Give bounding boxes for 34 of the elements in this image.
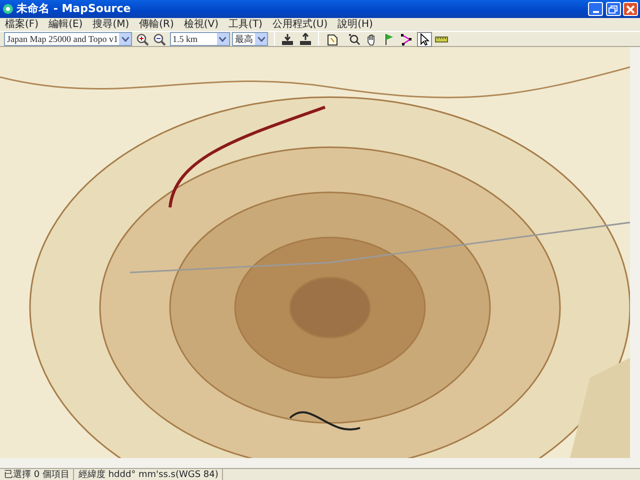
horizontal-scrollbar[interactable] (0, 458, 640, 468)
scale-select[interactable]: 1.5 km (170, 32, 230, 46)
receive-icon[interactable] (280, 32, 295, 46)
menu-item[interactable]: 編輯(E) (44, 18, 88, 31)
caret-icon (258, 36, 264, 42)
menu-item[interactable]: 搜尋(M) (88, 18, 134, 31)
zoom-in-icon[interactable] (134, 32, 150, 46)
send-icon[interactable] (298, 32, 312, 46)
menu-item[interactable]: 檔案(F) (0, 18, 44, 31)
vertical-scrollbar[interactable] (630, 47, 640, 458)
detail-select[interactable]: 最高 (232, 32, 268, 46)
menu-item[interactable]: 說明(H) (332, 18, 378, 31)
map-product-select[interactable]: Japan Map 25000 and Topo v1 (4, 32, 132, 46)
close-icon (625, 4, 636, 14)
route-icon[interactable] (399, 32, 414, 46)
restore-button[interactable] (606, 2, 620, 16)
minimize-button[interactable] (588, 2, 603, 16)
restore-icon (608, 4, 618, 14)
status-text: 已選擇 0 個項目 (0, 469, 74, 480)
close-button[interactable] (623, 2, 638, 16)
zoom-tool-icon[interactable] (346, 32, 362, 46)
pointer-icon[interactable] (416, 32, 432, 46)
menu-item[interactable]: 檢視(V) (178, 18, 224, 31)
caret-icon (219, 36, 226, 42)
app-icon (2, 3, 14, 15)
zoom-out-icon[interactable] (152, 32, 167, 46)
menu-item[interactable]: 工具(T) (224, 18, 268, 31)
map-tool-icon[interactable] (324, 32, 340, 46)
caret-icon (122, 36, 129, 42)
window-title: 未命名 - MapSource (16, 0, 132, 17)
menu-item[interactable]: 公用程式(U) (267, 18, 333, 31)
minimize-icon (592, 11, 598, 13)
status-text: 經緯度 hddd° mm'ss.s(WGS 84) (74, 469, 224, 480)
menu-item[interactable]: 傳輸(R) (134, 18, 179, 31)
